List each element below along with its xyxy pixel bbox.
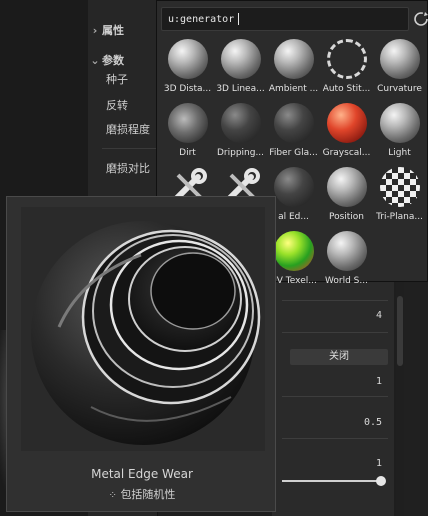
divider	[282, 332, 388, 333]
divider	[102, 148, 158, 149]
resource-thumbnail	[274, 39, 314, 79]
search-input[interactable]: u:generator	[161, 7, 409, 31]
preview-subtitle: ⁘ 包括随机性	[7, 486, 277, 502]
resource-tile[interactable]: Dirt	[161, 101, 214, 167]
divider	[282, 300, 388, 301]
resource-thumbnail	[168, 39, 208, 79]
search-input-value: u:generator	[168, 14, 235, 25]
resource-thumbnail	[327, 103, 367, 143]
resource-label: Fiber Gla...	[269, 148, 318, 158]
param-wear-level-label: 磨损程度	[106, 123, 150, 136]
resource-tile[interactable]: Position	[320, 165, 373, 231]
resource-label: Tri-Plana...	[376, 212, 423, 222]
param-value-field[interactable]: 1	[376, 458, 382, 469]
divider	[282, 438, 388, 439]
section-params[interactable]: ⌄ 参数	[88, 52, 124, 68]
preview-tooltip: Metal Edge Wear ⁘ 包括随机性	[6, 196, 276, 512]
slider-handle[interactable]	[376, 476, 386, 486]
param-seed-label: 种子	[106, 73, 128, 86]
resource-thumbnail	[168, 103, 208, 143]
scrollbar[interactable]	[396, 280, 404, 516]
resource-tile[interactable]: Tri-Plana...	[373, 165, 426, 231]
resource-label: Curvature	[377, 84, 422, 94]
section-attributes-label: 属性	[102, 24, 124, 37]
resource-thumbnail	[221, 39, 261, 79]
resource-thumbnail	[327, 167, 367, 207]
resource-tile[interactable]: Curvature	[373, 37, 426, 103]
resource-thumbnail	[274, 103, 314, 143]
resource-thumbnail	[380, 103, 420, 143]
param-value-field[interactable]: 4	[376, 310, 382, 321]
resource-label: 3D Dista...	[163, 84, 212, 94]
resource-label: Dripping...	[216, 148, 265, 158]
resource-tile[interactable]: Grayscal...	[320, 101, 373, 167]
invert-toggle[interactable]: 关闭	[290, 349, 388, 365]
resource-label: Light	[388, 148, 411, 158]
resource-tile[interactable]: 3D Dista...	[161, 37, 214, 103]
resource-tile[interactable]: Dripping...	[214, 101, 267, 167]
resource-label: 3D Linea...	[216, 84, 265, 94]
text-cursor	[238, 13, 240, 25]
resource-label: Grayscal...	[322, 148, 371, 158]
random-dots-icon: ⁘	[108, 490, 117, 501]
resource-label: World S...	[325, 276, 368, 286]
param-value-field[interactable]: 0.5	[364, 417, 382, 428]
resource-label: Dirt	[179, 148, 196, 158]
resource-tile[interactable]: Fiber Gla...	[267, 101, 320, 167]
param-invert-label: 反转	[106, 99, 128, 112]
section-attributes[interactable]: › 属性	[88, 22, 124, 38]
resource-tile[interactable]: Auto Stit...	[320, 37, 373, 103]
section-params-label: 参数	[102, 54, 124, 67]
resource-thumbnail	[380, 39, 420, 79]
resource-label: Position	[328, 212, 365, 222]
material-sphere-image	[31, 221, 261, 445]
scrollbar-thumb[interactable]	[397, 296, 403, 366]
resource-label: Ambient ...	[268, 84, 319, 94]
resource-thumbnail	[327, 231, 367, 271]
resource-thumbnail	[274, 167, 314, 207]
chevron-down-icon: ⌄	[90, 54, 100, 67]
resource-thumbnail	[221, 103, 261, 143]
parameter-values-panel: 4 关闭 1 0.5 1	[272, 280, 394, 516]
chevron-right-icon: ›	[92, 24, 98, 37]
resource-thumbnail	[274, 231, 314, 271]
divider	[282, 396, 388, 397]
param-wear-contrast-label: 磨损对比	[106, 162, 150, 175]
slider-track[interactable]	[282, 480, 384, 482]
param-value-field[interactable]: 1	[376, 376, 382, 387]
resource-thumbnail	[380, 167, 420, 207]
resource-label: Auto Stit...	[322, 84, 371, 94]
preview-subtitle-text: 包括随机性	[120, 488, 176, 501]
preview-image	[21, 207, 265, 451]
refresh-button[interactable]	[411, 8, 428, 30]
resource-tile[interactable]: Light	[373, 101, 426, 167]
resource-thumbnail	[327, 39, 367, 79]
preview-title: Metal Edge Wear	[91, 467, 193, 481]
refresh-icon	[414, 12, 428, 26]
resource-tile[interactable]: Ambient ...	[267, 37, 320, 103]
resource-tile[interactable]: World S...	[320, 229, 373, 295]
resource-tile[interactable]: 3D Linea...	[214, 37, 267, 103]
